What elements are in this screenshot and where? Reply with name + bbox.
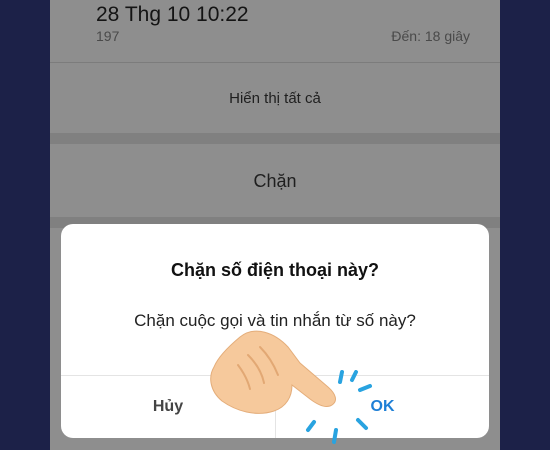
dialog-title: Chặn số điện thoại này? (170, 260, 380, 280)
call-duration: Đến: 18 giây (391, 28, 470, 44)
call-log-entry: 28 Thg 10 10:22 197 Đến: 18 giây (50, 0, 500, 62)
tap-indicator-icon (306, 370, 372, 444)
show-all-button[interactable]: Hiển thị tất cả (50, 63, 500, 133)
call-number: 197 (96, 28, 120, 44)
section-gap (50, 133, 500, 144)
block-button[interactable]: Chặn (50, 145, 500, 217)
call-date-time: 28 Thg 10 10:22 (96, 3, 249, 26)
